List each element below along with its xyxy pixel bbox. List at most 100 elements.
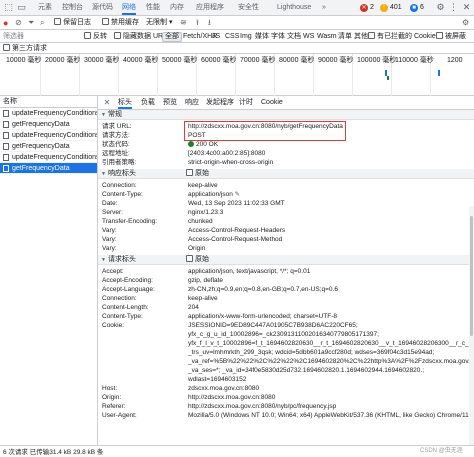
tab-application[interactable]: 应用程序	[196, 0, 224, 15]
header-value: _va_ses=*; _va_id=34f0e5830d25d732.16946…	[188, 367, 425, 374]
raw-toggle[interactable]: 原始	[186, 255, 209, 265]
timeline-tick: 1200	[447, 57, 463, 64]
name-column-header[interactable]: 名称	[0, 96, 97, 108]
tab-cookies[interactable]: Cookie	[261, 96, 283, 109]
section-title: 常规	[108, 111, 122, 118]
header-row: Content-Length: 204	[98, 303, 474, 312]
warning-count-badge[interactable]: ! 401	[380, 3, 402, 13]
tab-console[interactable]: 控制台	[62, 0, 83, 15]
warning-icon: !	[380, 4, 388, 12]
export-icon[interactable]: ⭳	[208, 18, 211, 28]
header-row: _va_ses=*; _va_id=34f0e5830d25d732.16946…	[98, 366, 474, 375]
tab-headers[interactable]: 标头	[118, 96, 132, 109]
wifi-icon[interactable]: ≋	[180, 18, 187, 28]
filter-input[interactable]: 筛选器	[3, 32, 24, 42]
issues-count-badge[interactable]: ■ 6	[410, 3, 424, 13]
request-row[interactable]: updateFrequencyConditions	[0, 108, 97, 119]
request-bar	[438, 70, 440, 76]
tab-network[interactable]: 网络	[122, 0, 136, 15]
details-scrollbar[interactable]	[469, 206, 474, 445]
request-row[interactable]: updateFrequencyConditions	[0, 130, 97, 141]
device-toolbar-icon[interactable]: ▭	[16, 2, 27, 13]
hide-data-urls-checkbox[interactable]: 隐藏数据 URL	[114, 32, 167, 42]
header-value: [2403:4c00:a00:2:85]:8080	[188, 150, 266, 157]
header-row: 远程地址: [2403:4c00:a00:2:85]:8080	[98, 149, 474, 158]
tab-sources[interactable]: 源代码	[92, 0, 113, 15]
request-row[interactable]: getFrequencyData	[0, 141, 97, 152]
tab-security[interactable]: 安全性	[238, 0, 259, 15]
checkbox-icon	[114, 32, 121, 39]
header-row: 请求方法: POST	[98, 131, 474, 140]
filter-icon[interactable]: ⏷	[28, 18, 34, 28]
edit-pencil-icon[interactable]: ✎	[235, 191, 240, 198]
scrollbar-thumb[interactable]	[470, 216, 473, 336]
more-tabs-button[interactable]: »	[322, 0, 326, 15]
checkbox-icon	[368, 32, 375, 39]
header-value: application/x-www-form-urlencoded; chars…	[188, 313, 338, 320]
request-row-selected[interactable]: getFrequencyData	[0, 163, 97, 174]
type-filter-js[interactable]: JS	[210, 32, 222, 42]
network-status-bar: 6 次请求 已传输31.4 kB 29.8 kB 条	[0, 445, 474, 457]
checkbox-icon	[436, 32, 443, 39]
tab-elements[interactable]: 元素	[38, 0, 52, 15]
checkbox-icon	[186, 255, 193, 262]
error-count-badge[interactable]: ✕ 2	[360, 3, 374, 13]
invert-checkbox[interactable]: 反转	[84, 32, 107, 42]
gear-icon[interactable]: ⚙	[435, 2, 446, 13]
tab-response[interactable]: 响应	[185, 96, 199, 109]
general-section-header[interactable]: ▼ 常规	[98, 110, 474, 120]
close-icon[interactable]: ✕	[461, 2, 472, 13]
third-party-checkbox[interactable]: 第三方请求	[3, 44, 47, 53]
header-value: http://zdscxx.moa.gov.cn:8080/nyb/getFre…	[188, 123, 343, 130]
preserve-log-checkbox[interactable]: 保留日志	[54, 18, 91, 28]
tab-lighthouse[interactable]: Lighthouse	[277, 0, 311, 15]
disable-cache-checkbox[interactable]: 禁用缓存	[102, 18, 139, 28]
blocked-requests-checkbox[interactable]: 被屏蔽	[436, 32, 466, 42]
header-row: Referer: http://zdscxx.moa.gov.cn:8080/ny…	[98, 402, 474, 411]
request-row[interactable]: updateFrequencyConditions	[0, 152, 97, 163]
blocked-cookies-checkbox[interactable]: 有已拦截的 Cookie	[368, 32, 436, 42]
third-party-bar: 第三方请求	[0, 43, 474, 54]
type-filter-img[interactable]: Img	[238, 32, 254, 42]
inspect-element-icon[interactable]: ⬚	[3, 2, 14, 13]
header-value: application/json, text/javascript, */*; …	[188, 268, 311, 275]
tab-performance[interactable]: 性能	[146, 0, 160, 15]
throttle-select[interactable]: 无限制 ▾	[146, 18, 172, 28]
timeline-tick: 20000 毫秒	[45, 57, 81, 64]
tab-initiator[interactable]: 发起程序	[206, 96, 234, 109]
tab-memory[interactable]: 内存	[170, 0, 184, 15]
type-filter-all[interactable]: 全部	[162, 32, 182, 42]
expand-triangle-icon: ▼	[101, 112, 106, 118]
header-row: Accept-Language: zh-CN,zh;q=0.9,en;q=0.8,…	[98, 285, 474, 294]
tab-payload[interactable]: 负载	[141, 96, 155, 109]
import-icon[interactable]: ⭱	[196, 18, 199, 28]
timeline-overview[interactable]: 10000 毫秒 20000 毫秒 30000 毫秒 40000 毫秒 5000…	[0, 54, 474, 96]
kebab-menu-icon[interactable]: ⋮	[448, 2, 459, 13]
header-key: Cookie:	[102, 322, 125, 329]
request-row[interactable]: getFrequencyData	[0, 119, 97, 130]
response-headers-section-header[interactable]: ▼ 响应标头 原始	[98, 169, 474, 179]
record-icon[interactable]: ●	[3, 18, 8, 28]
expand-triangle-icon: ▼	[101, 171, 106, 177]
header-row: _va_ref=%5B%22%22%2C%22%22%2C1694602820%…	[98, 357, 474, 366]
search-icon[interactable]: ⌕	[40, 18, 44, 28]
header-value: Access-Control-Request-Method	[188, 236, 283, 243]
header-key: Content-Type:	[102, 191, 143, 198]
request-headers-section-header[interactable]: ▼ 请求标头 原始	[98, 255, 474, 265]
header-row: 状态代码: 200 OK	[98, 140, 474, 149]
timeline-tick: 90000 毫秒	[318, 57, 354, 64]
section-title: 请求标头	[108, 256, 136, 263]
network-settings-icon[interactable]: ⚙	[462, 18, 469, 28]
throttle-value: 无限制	[146, 19, 167, 26]
tab-timing[interactable]: 计时	[239, 96, 253, 109]
issues-icon: ■	[410, 4, 418, 12]
clear-icon[interactable]: ⊘	[15, 18, 22, 28]
type-filter-ws[interactable]: WS	[301, 32, 316, 42]
tab-preview[interactable]: 预览	[163, 96, 177, 109]
timeline-tick: 110000 毫秒	[395, 57, 434, 64]
raw-toggle[interactable]: 原始	[186, 169, 209, 179]
request-name: updateFrequencyConditions	[12, 154, 97, 161]
close-icon[interactable]: ✕	[102, 98, 112, 108]
header-value: 204	[188, 304, 199, 311]
timeline-tick: 30000 毫秒	[84, 57, 120, 64]
